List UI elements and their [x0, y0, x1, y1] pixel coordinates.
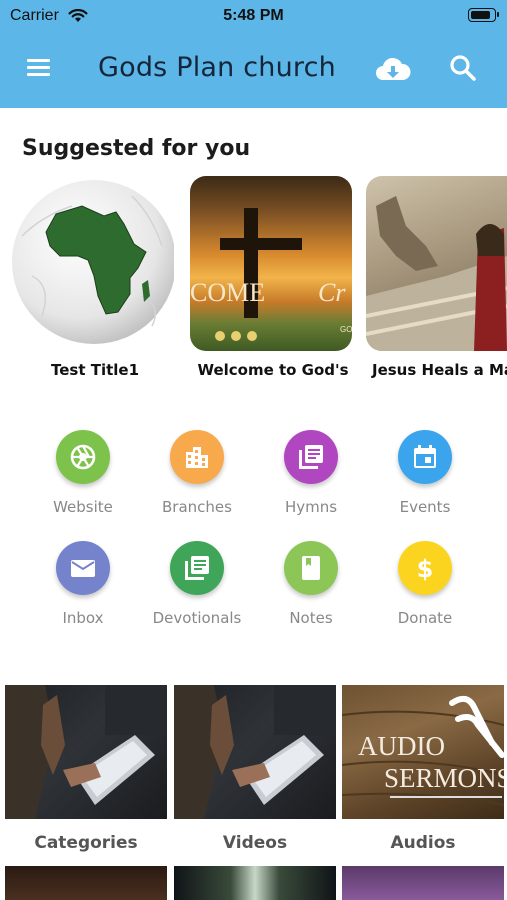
image-text: COME: [190, 278, 265, 307]
jesus-heals-thumbnail: [366, 176, 507, 351]
status-bar: Carrier 5:48 PM: [0, 0, 507, 32]
quick-link-label: Events: [399, 498, 451, 516]
media-tile-label: Audios: [390, 833, 456, 853]
calendar-icon: [398, 430, 452, 484]
battery-icon: [468, 8, 499, 22]
suggested-item[interactable]: Jesus Heals a Ma: [366, 176, 507, 379]
library-books-icon: [284, 430, 338, 484]
image-text: AUDIO: [358, 731, 445, 761]
media-tile-partial[interactable]: [174, 866, 336, 900]
building-icon: [170, 430, 224, 484]
suggested-item-label: Jesus Heals a Ma: [372, 361, 507, 379]
app-title: Gods Plan church: [98, 52, 336, 83]
quick-link-donate[interactable]: $ Donate: [370, 541, 480, 627]
search-icon: [450, 55, 476, 81]
menu-icon-bar: [27, 59, 50, 62]
menu-button[interactable]: [24, 52, 54, 82]
quick-link-label: Notes: [289, 609, 333, 627]
menu-icon-bar: [27, 66, 50, 69]
tablet-photo: [5, 685, 167, 819]
library-books-icon: [170, 541, 224, 595]
quick-link-inbox[interactable]: Inbox: [28, 541, 138, 627]
battery-level: [471, 11, 491, 19]
media-tile-categories[interactable]: Categories: [5, 685, 167, 853]
suggested-item-label: Welcome to God's: [197, 361, 349, 379]
search-button[interactable]: [447, 53, 479, 85]
suggested-title: Suggested for you: [22, 136, 251, 161]
suggested-item[interactable]: Test Title1: [12, 176, 178, 379]
book-icon: [284, 541, 338, 595]
image-text: Cr: [318, 278, 346, 307]
quick-link-events[interactable]: Events: [370, 430, 480, 516]
quick-link-label: Hymns: [284, 498, 338, 516]
aperture-icon: [56, 430, 110, 484]
cross-sunset-thumbnail: COME Cr GO: [190, 176, 352, 351]
svg-text:$: $: [417, 555, 434, 582]
tablet-photo: [174, 685, 336, 819]
quick-link-label: Donate: [397, 609, 453, 627]
cloud-download-button[interactable]: [374, 53, 412, 85]
cloud-download-icon: [376, 57, 411, 80]
app-bar: Carrier 5:48 PM Gods Plan church: [0, 0, 507, 108]
quick-link-branches[interactable]: Branches: [142, 430, 252, 516]
quick-link-website[interactable]: Website: [28, 430, 138, 516]
clock: 5:48 PM: [223, 7, 284, 24]
audio-sermons-photo: AUDIO SERMONS: [342, 685, 504, 819]
image-text: GO: [340, 325, 352, 334]
dollar-icon: $: [398, 541, 452, 595]
media-tile-label: Videos: [222, 833, 288, 853]
media-tile-partial[interactable]: [5, 866, 167, 900]
quick-link-label: Devotionals: [152, 609, 242, 627]
quick-link-label: Branches: [162, 498, 232, 516]
menu-icon-bar: [27, 73, 50, 76]
suggested-item-label: Test Title1: [50, 361, 140, 379]
media-tile-label: Categories: [34, 833, 138, 853]
quick-link-label: Website: [53, 498, 113, 516]
quick-link-label: Inbox: [62, 609, 104, 627]
quick-link-notes[interactable]: Notes: [256, 541, 366, 627]
media-tile-videos[interactable]: Videos: [174, 685, 336, 853]
image-text: SERMONS: [384, 763, 504, 793]
quick-link-devotionals[interactable]: Devotionals: [142, 541, 252, 627]
quick-link-hymns[interactable]: Hymns: [256, 430, 366, 516]
suggested-item[interactable]: COME Cr GO Welcome to God's: [190, 176, 356, 379]
globe-thumbnail: [12, 176, 174, 351]
media-tile-partial[interactable]: [342, 866, 504, 900]
media-tile-audios[interactable]: AUDIO SERMONS Audios: [342, 685, 504, 853]
mail-icon: [56, 541, 110, 595]
